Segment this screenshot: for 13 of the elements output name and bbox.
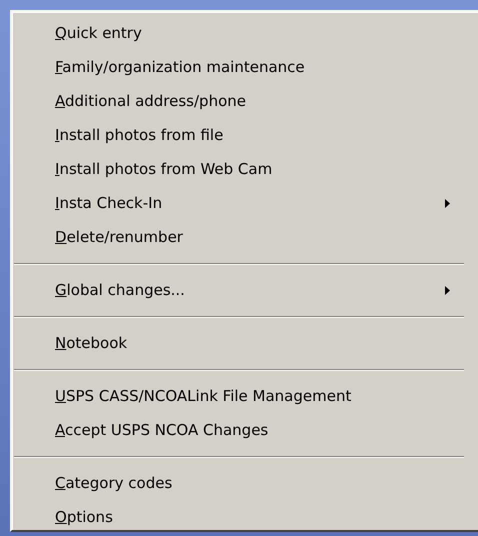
- menu-item[interactable]: Global changes...: [12, 273, 478, 307]
- menu-item[interactable]: Notebook: [12, 326, 478, 360]
- menu-item[interactable]: Install photos from Web Cam: [12, 152, 478, 186]
- menu-item[interactable]: Accept USPS NCOA Changes: [12, 413, 478, 447]
- menu-item[interactable]: Install photos from file: [12, 118, 478, 152]
- menu-item[interactable]: Options: [12, 500, 478, 534]
- menu-item[interactable]: Insta Check-In: [12, 186, 478, 220]
- menu-item[interactable]: Delete/renumber: [12, 220, 478, 254]
- menu-item[interactable]: Category codes: [12, 466, 478, 500]
- menu-item[interactable]: Additional address/phone: [12, 84, 478, 118]
- menu-item[interactable]: Family/organization maintenance: [12, 50, 478, 84]
- menu-item[interactable]: Quick entry: [12, 16, 478, 50]
- menu-item[interactable]: USPS CASS/NCOALink File Management: [12, 379, 478, 413]
